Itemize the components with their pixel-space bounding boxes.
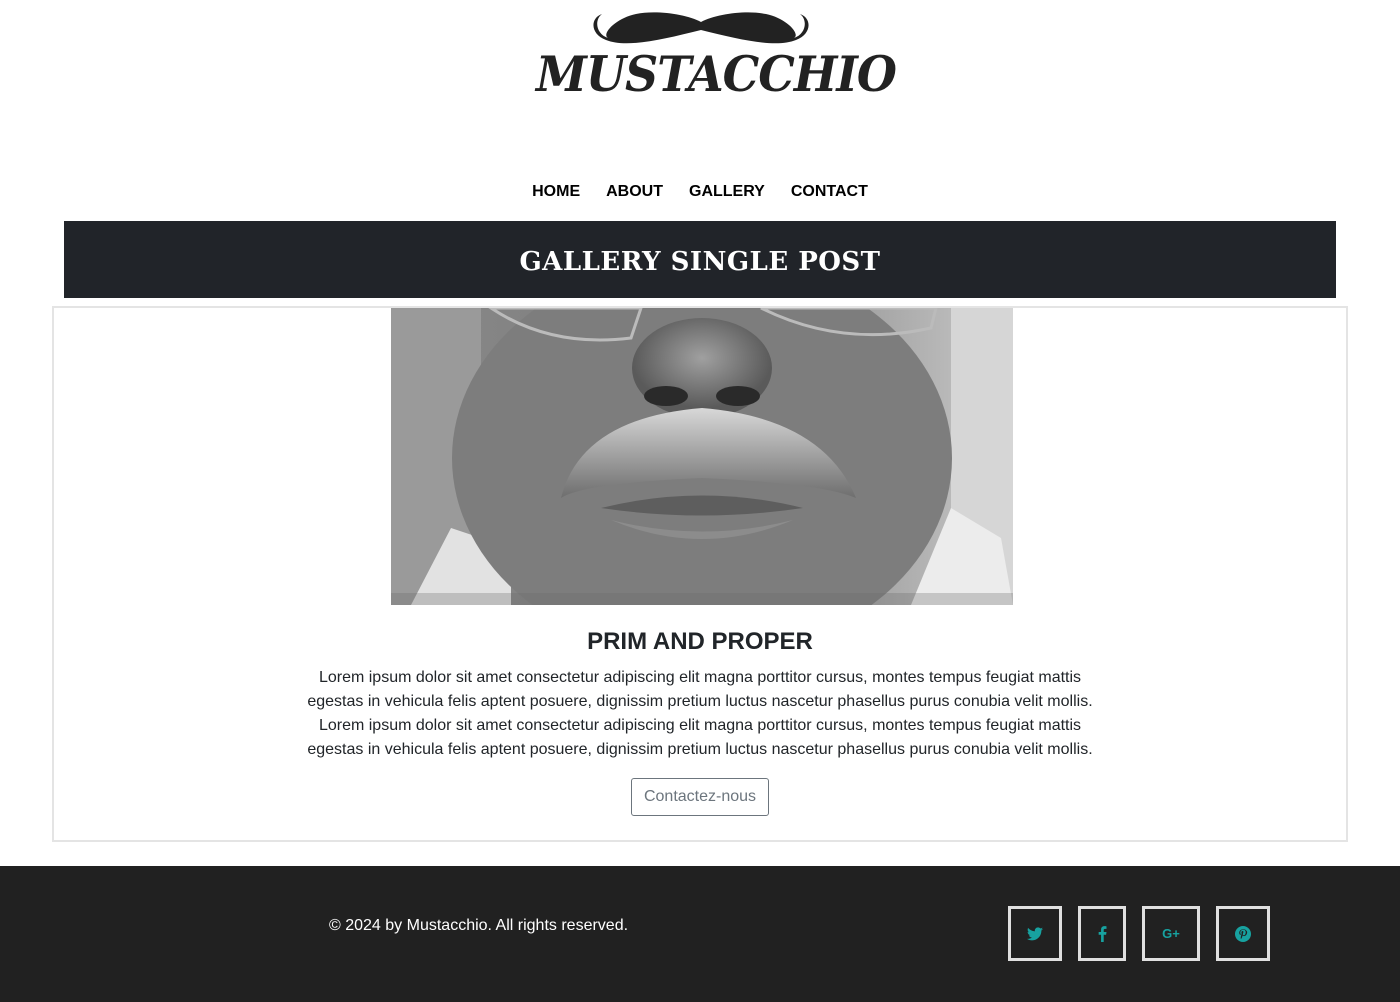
brand-logo[interactable]: MUSTACCHIO <box>536 8 897 104</box>
brand-name: MUSTACCHIO <box>536 45 897 103</box>
page-title: GALLERY SINGLE POST <box>519 246 881 277</box>
site-footer: © 2024 by Mustacchio. All rights reserve… <box>0 866 1400 1002</box>
mustache-logo-icon <box>593 12 809 44</box>
pinterest-icon <box>1235 925 1251 942</box>
contact-button[interactable]: Contactez-nous <box>631 778 769 816</box>
post-title: PRIM AND PROPER <box>587 628 813 655</box>
copyright-text: © 2024 by Mustacchio. All rights reserve… <box>329 917 629 934</box>
nav-item-home[interactable]: HOME <box>519 181 593 203</box>
nav-item-about[interactable]: ABOUT <box>593 181 676 203</box>
nav-item-gallery[interactable]: GALLERY <box>676 181 778 203</box>
post-card: PRIM AND PROPER Lorem ipsum dolor sit am… <box>52 306 1348 842</box>
facebook-icon <box>1098 925 1106 942</box>
page-banner: GALLERY SINGLE POST <box>64 221 1336 298</box>
mustache-portrait-photo <box>391 308 1013 605</box>
nav-item-contact[interactable]: CONTACT <box>778 181 881 203</box>
pinterest-link[interactable] <box>1216 906 1270 961</box>
twitter-link[interactable] <box>1008 906 1062 961</box>
twitter-icon <box>1027 926 1043 940</box>
google-plus-link[interactable]: G+ <box>1142 906 1200 961</box>
facebook-link[interactable] <box>1078 906 1126 961</box>
main-nav: HOME ABOUT GALLERY CONTACT <box>0 181 1400 203</box>
google-plus-icon: G+ <box>1162 926 1180 941</box>
post-image <box>391 308 1013 605</box>
post-body: Lorem ipsum dolor sit amet consectetur a… <box>307 669 1093 758</box>
